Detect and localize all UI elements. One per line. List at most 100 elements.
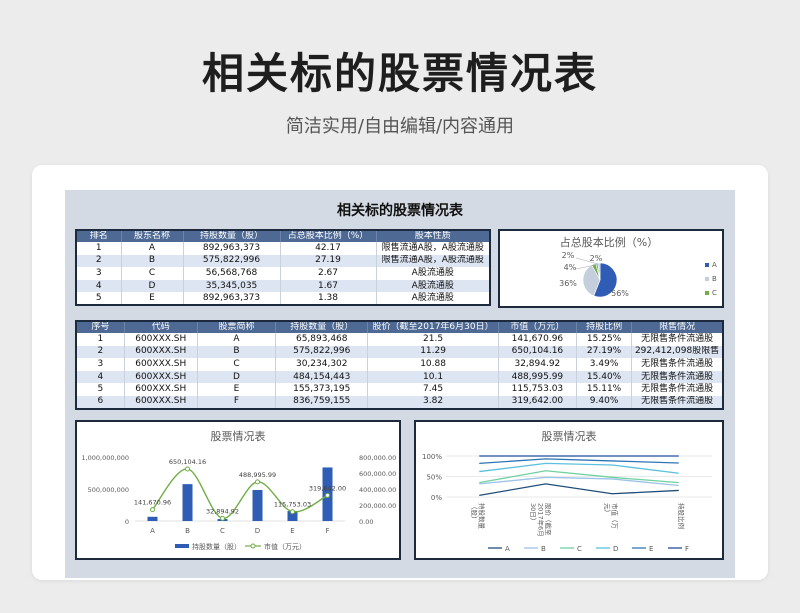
data-label: 488,995.99 <box>239 471 276 479</box>
line-chart: 股票情况表 0% 50% 100% 持股数量（股） 股价（截至2017年6月30日） 市值（… <box>422 429 712 553</box>
table-cell: A股流通股 <box>376 292 491 305</box>
table-row: 2 B 575,822,996 27.19 限售流通A股，A股流通股 <box>76 254 491 268</box>
table-cell: 892,963,373 <box>183 242 281 255</box>
pie-chart-title: 占总股本比例（%） <box>560 235 658 249</box>
legend-label: C <box>712 289 717 297</box>
table-cell: 484,154,443 <box>275 370 369 384</box>
table-cell: D <box>121 279 184 293</box>
table-cell: 30,234,302 <box>275 358 369 371</box>
y-tick-label: 100% <box>422 453 442 461</box>
combo-chart-panel: 股票情况表 0 500,000,000 1,000,000,000 0.00 200,00… <box>75 420 401 560</box>
table-cell: 488,995.99 <box>498 370 578 384</box>
line-point <box>220 515 225 521</box>
pie-data-label: 56% <box>611 289 629 298</box>
table-cell: 3.82 <box>367 395 499 409</box>
table-cell: 1.38 <box>280 292 377 305</box>
bar <box>147 516 158 521</box>
column-header: 持股数量（股） <box>275 321 369 333</box>
table-cell: 10.1 <box>367 370 499 384</box>
legend-swatch <box>705 263 709 267</box>
pie-data-label: 4% <box>564 263 577 272</box>
bar <box>182 484 193 521</box>
table-cell: 10.88 <box>367 358 499 371</box>
table-cell: 155,373,195 <box>275 383 369 396</box>
column-header: 占总股本比例（%） <box>280 230 377 242</box>
x-tick-label-line: 元） <box>603 503 611 516</box>
table-cell: 2 <box>76 254 122 268</box>
table-row: 4 D 35,345,035 1.67 A股流通股 <box>76 279 491 293</box>
x-tick-label: F <box>325 527 329 535</box>
table-row: 3 600XXX.SH C 30,234,302 10.88 32,894.92 3.49%… <box>76 358 724 371</box>
line-point <box>150 507 155 513</box>
table-cell: 无限售条件流通股 <box>631 395 724 409</box>
column-header: 股东名称 <box>121 230 184 242</box>
table-cell: 15.25% <box>576 333 633 346</box>
table-cell: 600XXX.SH <box>124 395 198 409</box>
data-label: 115,753.03 <box>274 501 311 509</box>
table-cell: 限售流通A股，A股流通股 <box>376 242 491 255</box>
table-cell: 5 <box>76 383 125 396</box>
table-row: 5 600XXX.SH E 155,373,195 7.45 115,753.03 15.1… <box>76 383 724 396</box>
table-cell: 15.11% <box>576 383 633 396</box>
table-cell: 650,104.16 <box>498 345 578 359</box>
table-cell: 575,822,996 <box>183 254 281 268</box>
pie-data-label: 2% <box>562 251 575 260</box>
table-cell: 42.17 <box>280 242 377 255</box>
table-cell: 11.29 <box>367 345 499 359</box>
table-cell: 35,345,035 <box>183 279 281 293</box>
legend-swatch <box>705 277 709 281</box>
x-tick-label: D <box>255 527 260 535</box>
y-right-tick-label: 600,000.00 <box>359 470 396 478</box>
y-right-tick-label: 0.00 <box>359 518 373 526</box>
bar <box>252 490 263 521</box>
table-cell: 600XXX.SH <box>124 358 198 371</box>
y-right-tick-label: 400,000.00 <box>359 486 396 494</box>
table-cell: 600XXX.SH <box>124 345 198 359</box>
table-cell: A股流通股 <box>376 279 491 293</box>
table-cell: 2.67 <box>280 267 377 280</box>
legend-label: B <box>541 545 546 553</box>
x-tick-label: 持股比例 <box>677 503 686 529</box>
table-cell: 无限售条件流通股 <box>631 370 724 384</box>
x-tick-label: C <box>220 527 225 535</box>
table-cell: C <box>197 358 277 371</box>
line-point <box>325 492 330 498</box>
table-cell: A <box>121 242 184 255</box>
table-cell: 无限售条件流通股 <box>631 383 724 396</box>
pie-data-label: 36% <box>559 279 577 288</box>
table-cell: E <box>121 292 184 305</box>
table-row: 1 600XXX.SH A 65,893,468 21.5 141,670.96 15.25… <box>76 333 724 346</box>
x-tick-label: 市值（万元） <box>603 503 620 530</box>
pie-data-label: 2% <box>590 254 603 263</box>
table-cell: 575,822,996 <box>275 345 369 359</box>
legend-label: 持股数量（股） <box>192 542 241 551</box>
table-cell: 141,670.96 <box>498 333 578 346</box>
table-row: 2 600XXX.SH B 575,822,996 11.29 650,104.16 27.… <box>76 345 724 359</box>
table-cell: A <box>197 333 277 346</box>
table-cell: 1.67 <box>280 279 377 293</box>
page-title: 相关标的股票情况表 <box>201 49 598 98</box>
legend-label: 市值（万元） <box>264 542 306 551</box>
table-cell: 21.5 <box>367 333 499 346</box>
x-tick-label: A <box>150 527 155 535</box>
column-header: 股价（截至2017年6月30日） <box>367 321 499 333</box>
table-cell: 115,753.03 <box>498 383 578 396</box>
table-row: 5 E 892,963,373 1.38 A股流通股 <box>76 292 491 305</box>
data-label: 650,104.16 <box>169 458 206 466</box>
x-tick-label-line: 30日） <box>529 503 537 524</box>
table-cell: 600XXX.SH <box>124 333 198 346</box>
y-left-tick-label: 500,000,000 <box>88 486 129 494</box>
legend-label: D <box>613 545 618 553</box>
table-cell: E <box>197 383 277 396</box>
table-cell: 5 <box>76 292 122 305</box>
table-cell: 1 <box>76 242 122 255</box>
table-cell: 4 <box>76 279 122 293</box>
page-subtitle: 简洁实用/自由编辑/内容通用 <box>285 116 515 137</box>
table-cell: 27.19 <box>280 254 377 268</box>
series-line <box>479 476 679 487</box>
table-cell: 319,642.00 <box>498 395 578 409</box>
x-tick-label: 持股数量（股） <box>470 503 487 530</box>
y-right-tick-label: 200,000.00 <box>359 502 396 510</box>
column-header: 市值（万元） <box>498 321 578 333</box>
x-tick-label: E <box>290 527 294 535</box>
